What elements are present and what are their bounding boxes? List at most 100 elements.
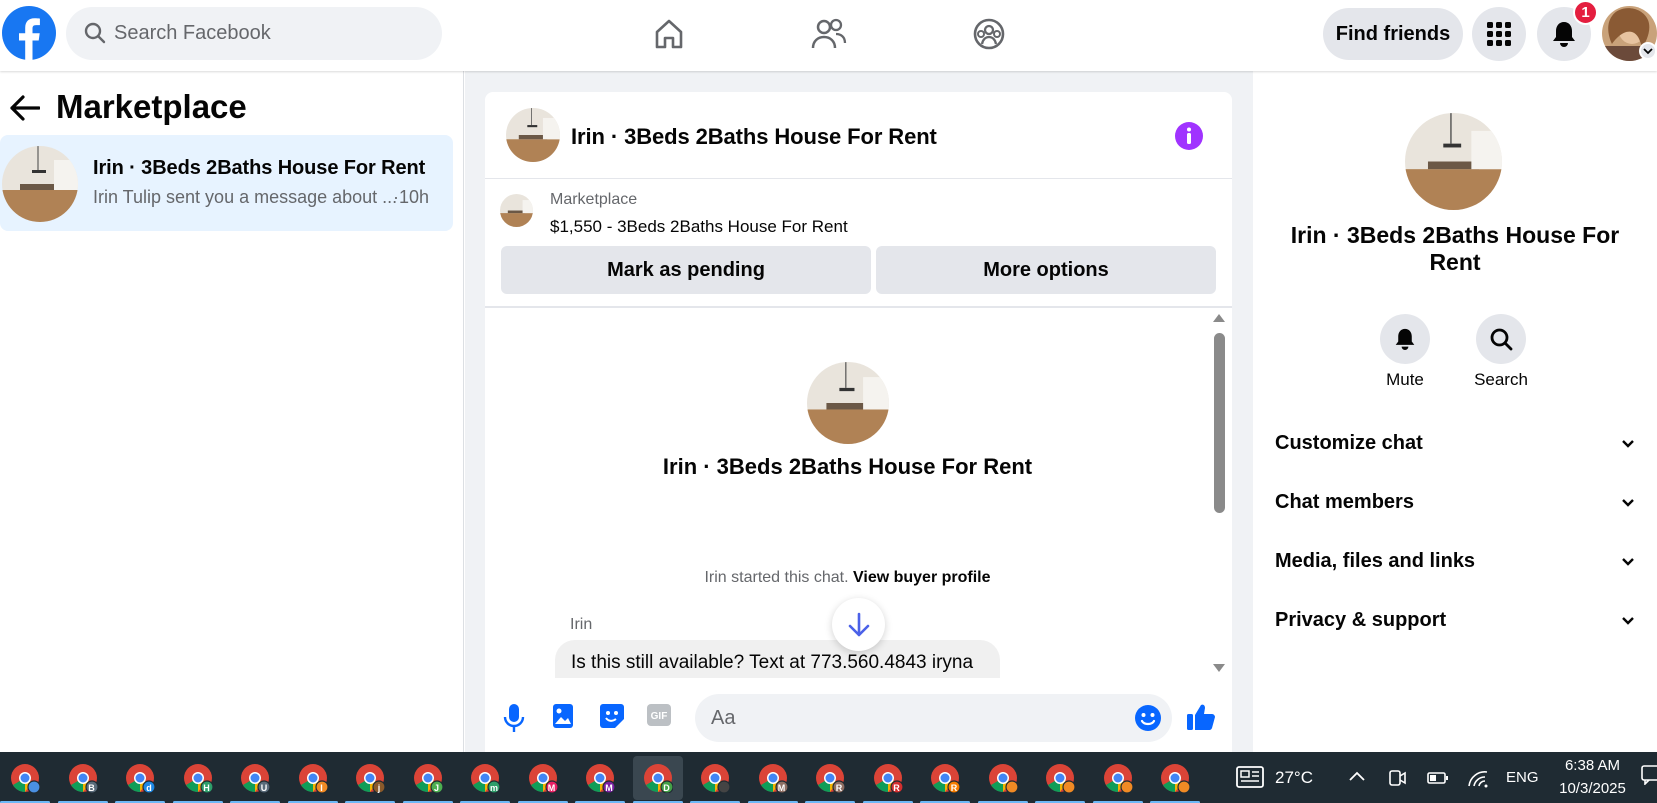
page-title: Marketplace [56,88,247,125]
svg-text:GIF: GIF [651,711,668,722]
clock-date[interactable]: 10/3/2025 [1545,780,1640,797]
thumbs-up-icon[interactable] [1186,702,1216,732]
search-label: Search [1474,370,1528,389]
language-indicator[interactable]: ENG [1506,769,1539,786]
meet-now-icon[interactable] [1387,768,1407,788]
profile-letter: R [950,783,958,793]
weather-icon[interactable] [1236,766,1264,788]
taskbar-chrome-app[interactable]: H [172,756,223,803]
listing-thumbnail-small[interactable] [500,194,533,227]
search-icon [84,22,106,44]
find-friends-button[interactable]: Find friends [1323,8,1463,60]
taskbar-chrome-app[interactable]: R [920,756,970,803]
chrome-icon [701,764,730,793]
profile-letter: m [489,783,498,793]
customize-chat-section[interactable]: Customize chat [1275,423,1635,463]
chevron-up-icon[interactable] [1348,770,1366,782]
profile-letter: I [320,783,323,793]
emoji-icon[interactable] [1134,704,1162,732]
search-in-chat-button[interactable] [1476,314,1526,364]
profile-letter: M [605,783,613,793]
home-icon[interactable] [645,10,693,58]
search-bar[interactable] [66,7,442,60]
taskbar-chrome-app[interactable]: M [517,756,568,803]
profile-letter: M [547,783,556,793]
profile-letter: J [433,783,439,793]
gif-icon[interactable]: GIF [646,703,672,727]
chat-started-text: Irin started this chat. [704,569,849,586]
taskbar-chrome-app[interactable]: D [632,756,683,803]
profile-letter: D [663,783,670,793]
taskbar-chrome-app[interactable]: J [402,756,453,803]
taskbar-chrome-app[interactable]: R [862,756,913,803]
profile-letter: B [88,783,95,793]
taskbar-chrome-app[interactable]: d [115,756,165,803]
taskbar-chrome-app[interactable] [0,756,50,803]
search-icon [1490,328,1513,351]
chat-header-title[interactable]: Irin · 3Beds 2Baths House For Rent [571,124,937,150]
divider [485,306,1232,308]
details-thumbnail [1405,113,1502,210]
taskbar-chrome-app[interactable] [1035,756,1085,803]
mark-as-pending-button[interactable]: Mark as pending [501,246,871,294]
section-label: Media, files and links [1275,549,1476,572]
taskbar-chrome-app[interactable]: U [230,756,280,803]
listing-price[interactable]: $1,550 - 3Beds 2Baths House For Rent [550,217,848,237]
privacy-support-section[interactable]: Privacy & support [1275,600,1635,640]
chevron-down-icon [1622,616,1634,625]
section-label: Customize chat [1275,431,1423,454]
taskbar-chrome-app[interactable]: B [57,756,108,803]
groups-icon[interactable] [965,10,1013,58]
account-chevron-down-icon[interactable] [1639,42,1657,60]
more-options-button[interactable]: More options [876,246,1216,294]
back-arrow-icon[interactable] [10,95,40,121]
scrollbar-thumb[interactable] [1214,333,1225,513]
info-icon[interactable] [1174,121,1204,151]
conversation-preview: Irin Tulip sent you a message about ... [93,187,398,207]
taskbar-chrome-app[interactable] [1092,756,1143,803]
section-label: Chat members [1275,490,1414,513]
scroll-to-bottom-button[interactable] [832,598,885,651]
view-buyer-profile-link[interactable]: View buyer profile [853,569,991,586]
taskbar-chrome-app[interactable]: I [287,756,338,803]
taskbar-chrome-app[interactable] [690,756,740,803]
details-title: Irin · 3Beds 2Baths House For Rent [1290,222,1620,275]
notification-center-icon[interactable] [1641,765,1657,785]
listing-label: Marketplace [550,191,638,208]
clock-time[interactable]: 6:38 AM [1545,757,1640,774]
photo-icon[interactable] [552,703,574,729]
taskbar-chrome-app[interactable]: M [747,756,798,803]
message-bubble[interactable]: Is this still available? Text at 773.560… [555,640,1000,678]
microphone-icon[interactable] [503,703,525,733]
conversation-name: Irin · 3Beds 2Baths House For Rent [93,157,426,179]
profile-letter: R [893,783,900,793]
facebook-logo-icon[interactable] [2,6,56,60]
chrome-icon [1161,764,1190,793]
media-files-links-section[interactable]: Media, files and links [1275,541,1635,581]
taskbar-chrome-app[interactable] [977,756,1028,803]
chevron-down-icon [1622,557,1634,566]
taskbar-chrome-app[interactable]: R [805,756,855,803]
bell-icon [1395,328,1415,350]
chat-members-section[interactable]: Chat members [1275,482,1635,522]
chat-started-notice: Irin started this chat. View buyer profi… [485,569,1210,587]
menu-grid-icon[interactable] [1472,7,1526,61]
weather-temperature[interactable]: 27°C [1275,768,1313,788]
wifi-icon[interactable] [1467,768,1489,788]
taskbar-chrome-app[interactable]: m [460,756,510,803]
chrome-icon [988,764,1018,793]
sticker-icon[interactable] [599,703,625,729]
scroll-down-arrow-icon[interactable] [1212,663,1226,673]
mute-button[interactable] [1380,314,1430,364]
message-sender-name: Irin [570,616,593,633]
battery-icon[interactable] [1427,770,1449,786]
taskbar-chrome-app[interactable] [1150,756,1200,803]
message-input[interactable] [695,694,1172,742]
chat-header-thumbnail[interactable] [506,108,560,162]
friends-icon[interactable] [805,10,853,58]
taskbar-chrome-app[interactable]: M [575,756,625,803]
search-input[interactable] [114,7,424,60]
listing-thumbnail [2,146,78,222]
scroll-up-arrow-icon[interactable] [1212,313,1226,323]
taskbar-chrome-app[interactable]: j [345,756,395,803]
